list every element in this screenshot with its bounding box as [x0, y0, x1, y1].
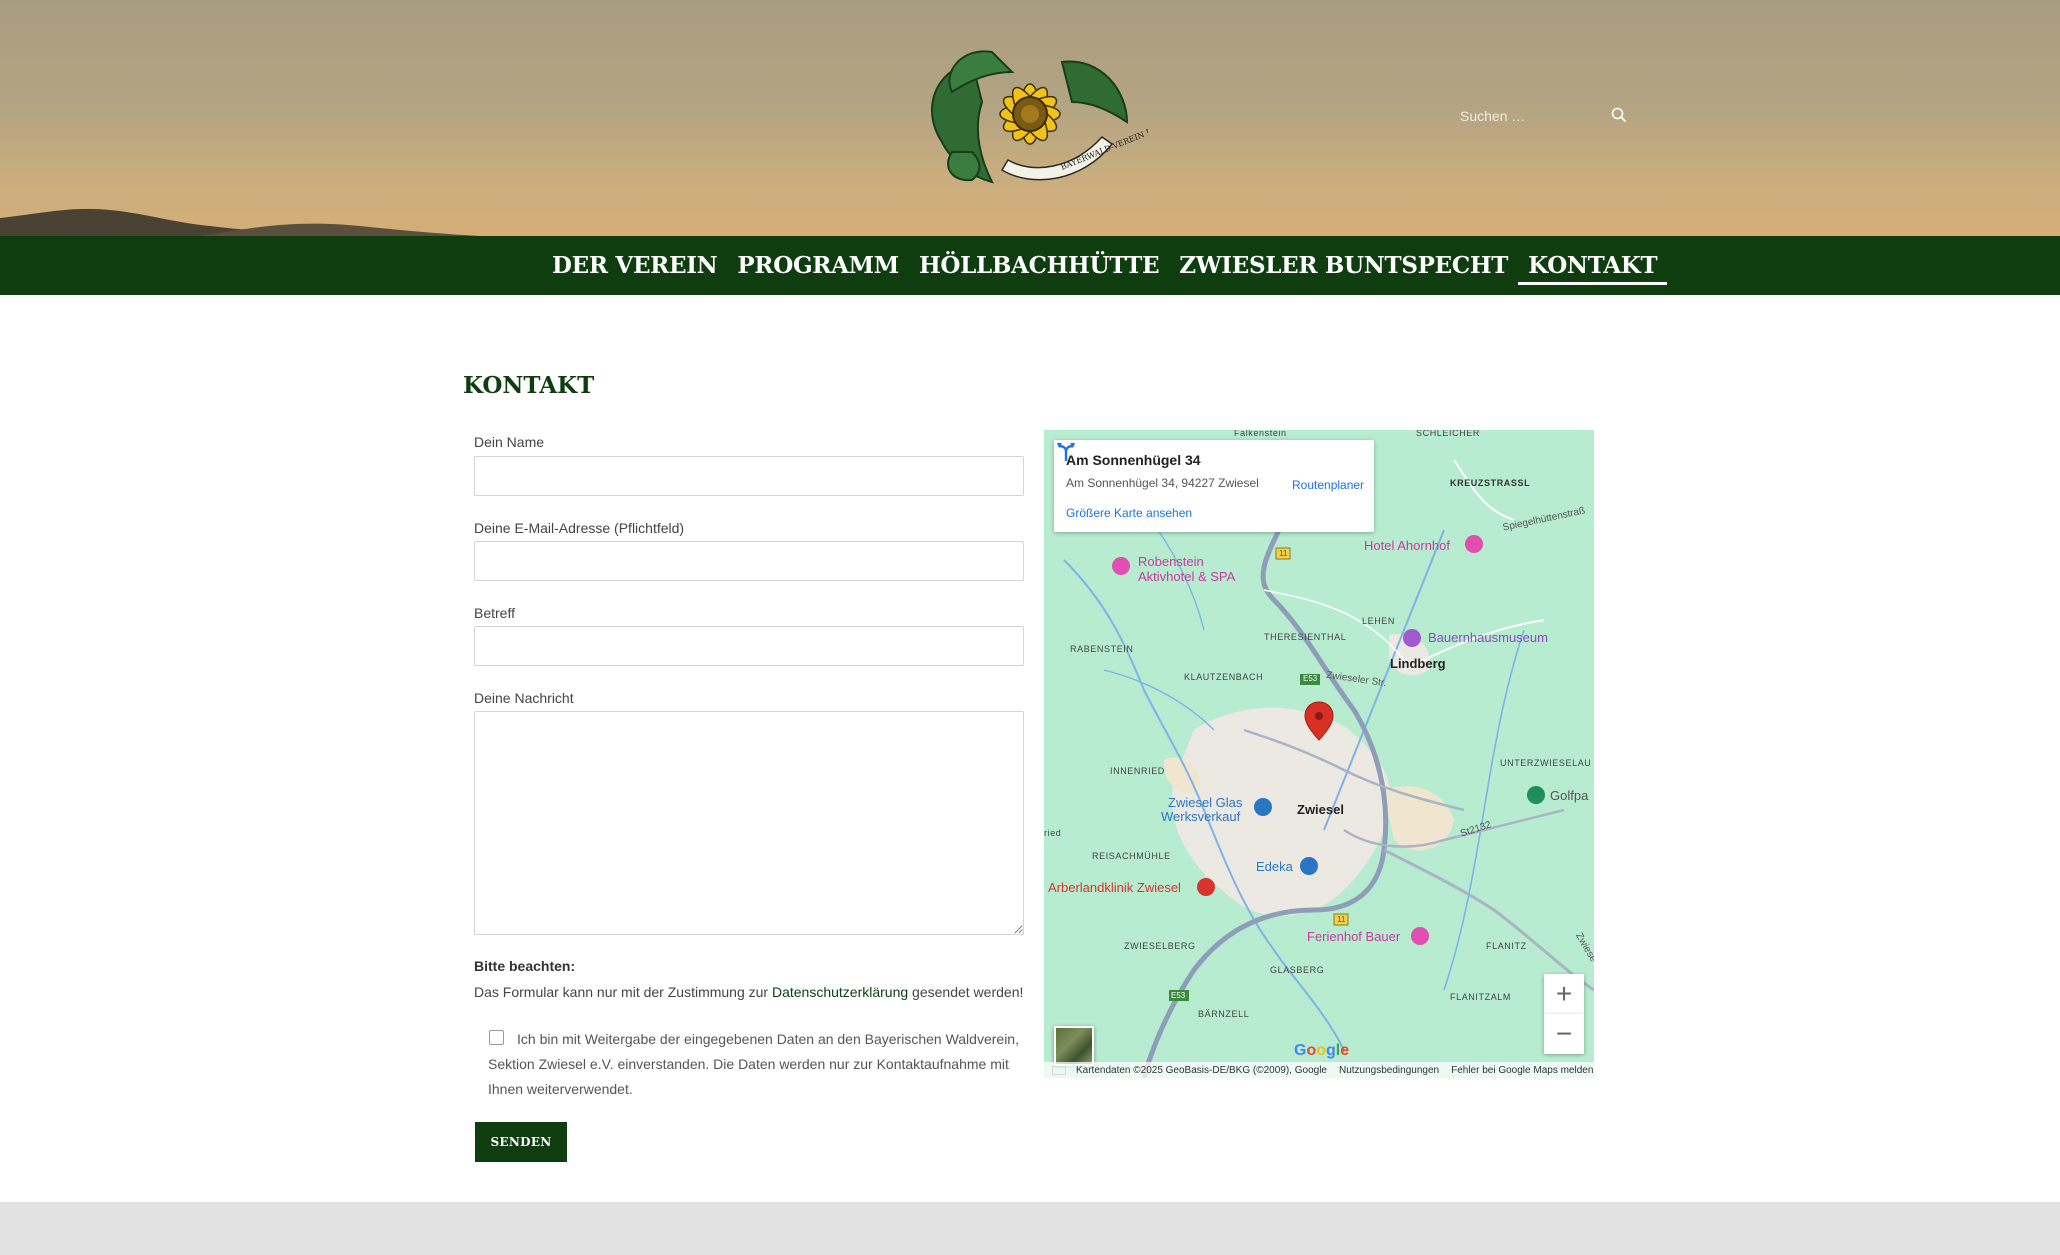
- verein-logo[interactable]: BAYERWALD-VEREIN E.V.: [912, 42, 1148, 192]
- footer: [0, 1202, 2060, 1255]
- map-label-edeka: Edeka: [1256, 859, 1293, 874]
- directions-icon[interactable]: [1054, 440, 1078, 462]
- map-data-credit: Kartendaten ©2025 GeoBasis-DE/BKG (©2009…: [1076, 1064, 1327, 1076]
- map-label-flanitzalm: FLANITZALM: [1450, 992, 1512, 1002]
- subject-field[interactable]: [474, 626, 1024, 666]
- subject-label: Betreff: [474, 605, 515, 621]
- map-label-zwieselberg: ZWIESELBERG: [1124, 941, 1196, 951]
- search-input[interactable]: [1460, 108, 1600, 124]
- satellite-layer-toggle[interactable]: [1054, 1026, 1094, 1066]
- map-terms-link[interactable]: Nutzungsbedingungen: [1339, 1065, 1439, 1076]
- consent-text: Ich bin mit Weitergabe der eingegebenen …: [488, 1031, 1019, 1097]
- map-report-link[interactable]: Fehler bei Google Maps melden: [1451, 1065, 1593, 1076]
- map-label-e53-south: E53: [1171, 991, 1186, 1000]
- map-label-b11-north: 11: [1279, 549, 1288, 558]
- message-field[interactable]: [474, 711, 1024, 935]
- nav-item-zwiesler-buntspecht[interactable]: ZWIESLER BUNTSPECHT: [1169, 236, 1518, 295]
- map-label-ried: ried: [1044, 828, 1062, 838]
- grocery-icon: [1300, 857, 1318, 875]
- map-label-kreuzstrassl: KREUZSTRASSL: [1450, 478, 1531, 488]
- page-title: KONTAKT: [463, 372, 595, 399]
- map-label-b11-south: 11: [1337, 915, 1346, 924]
- museum-icon: [1403, 629, 1421, 647]
- site-header: BAYERWALD-VEREIN E.V.: [0, 0, 2060, 236]
- hotel-icon: [1465, 535, 1483, 553]
- map-label-flanitz: FLANITZ: [1486, 941, 1527, 951]
- map-label-robenstein-spa: Aktivhotel & SPA: [1138, 569, 1236, 584]
- map-label-bauernhausmuseum: Bauernhausmuseum: [1428, 630, 1548, 645]
- map-label-arberlandklinik: Arberlandklinik Zwiesel: [1048, 880, 1181, 895]
- search-box[interactable]: [1460, 100, 1628, 132]
- email-label: Deine E-Mail-Adresse (Pflichtfeld): [474, 520, 685, 536]
- map-label-baernzell: BÄRNZELL: [1198, 1009, 1250, 1019]
- search-icon[interactable]: [1610, 106, 1628, 124]
- map-label-robenstein: Robenstein: [1138, 554, 1204, 569]
- nav-item-hoellbachhuette[interactable]: HÖLLBACHHÜTTE: [909, 236, 1169, 295]
- map-label-zwiesel-glas: Zwiesel Glas: [1168, 795, 1243, 810]
- nav-item-programm[interactable]: PROGRAMM: [727, 236, 909, 295]
- map-place-title: Am Sonnenhügel 34: [1066, 452, 1201, 468]
- hotel-icon: [1112, 557, 1130, 575]
- google-logo: Google: [1294, 1042, 1350, 1059]
- zoom-out-button[interactable]: −: [1544, 1014, 1584, 1054]
- map-label-ferienhof-bauer: Ferienhof Bauer: [1307, 929, 1401, 944]
- map-label-glasberg: GLASBERG: [1270, 965, 1325, 975]
- map-label-lindberg: Lindberg: [1390, 656, 1446, 671]
- hospital-icon: [1197, 878, 1215, 896]
- map-label-zwiesel: Zwiesel: [1297, 802, 1344, 817]
- map-label-klautzenbach: KLAUTZENBACH: [1184, 672, 1264, 682]
- note-title: Bitte beachten:: [474, 958, 576, 974]
- send-button[interactable]: SENDEN: [475, 1122, 567, 1162]
- map-label-falkenstein: Falkenstein: [1234, 430, 1287, 438]
- route-planner-link[interactable]: Routenplaner: [1292, 478, 1364, 492]
- main-navigation: DER VEREIN PROGRAMM HÖLLBACHHÜTTE ZWIESL…: [0, 236, 2060, 295]
- map-info-card: Am Sonnenhügel 34 Am Sonnenhügel 34, 942…: [1054, 440, 1374, 532]
- google-map[interactable]: Falkenstein SCHLEICHER KREUZSTRASSL Spie…: [1044, 430, 1594, 1078]
- map-label-lehen: LEHEN: [1362, 616, 1396, 626]
- name-label: Dein Name: [474, 434, 545, 450]
- message-label: Deine Nachricht: [474, 690, 574, 706]
- zoom-in-button[interactable]: +: [1544, 974, 1584, 1014]
- shopping-icon: [1254, 798, 1272, 816]
- larger-map-link[interactable]: Größere Karte ansehen: [1066, 506, 1192, 520]
- map-label-werksverkauf: Werksverkauf: [1161, 809, 1241, 824]
- note-text-before: Das Formular kann nur mit der Zustimmung…: [474, 984, 772, 1000]
- name-field[interactable]: [474, 456, 1024, 496]
- map-label-unterzwieselau: UNTERZWIESELAU: [1500, 758, 1592, 768]
- map-label-golfpa: Golfpa: [1550, 788, 1589, 803]
- nav-item-der-verein[interactable]: DER VEREIN: [542, 236, 727, 295]
- privacy-policy-link[interactable]: Datenschutzerklärung: [772, 984, 908, 1000]
- golf-icon: [1527, 786, 1545, 804]
- map-label-innenried: INNENRIED: [1110, 766, 1165, 776]
- email-field[interactable]: [474, 541, 1024, 581]
- note-text: Das Formular kann nur mit der Zustimmung…: [474, 984, 1023, 1000]
- hills-silhouette: [0, 208, 480, 236]
- map-attribution: Kartendaten ©2025 GeoBasis-DE/BKG (©2009…: [1044, 1062, 1594, 1078]
- map-label-theresienthal: THERESIENTHAL: [1264, 632, 1347, 642]
- map-label-rabenstein: RABENSTEIN: [1070, 644, 1134, 654]
- map-label-hotel-ahornhof: Hotel Ahornhof: [1364, 538, 1451, 553]
- svg-text:BAYERWALD-VEREIN E.V.: BAYERWALD-VEREIN E.V.: [1059, 123, 1148, 172]
- hotel-icon: [1411, 927, 1429, 945]
- map-place-address: Am Sonnenhügel 34, 94227 Zwiesel: [1066, 476, 1259, 490]
- nav-item-kontakt[interactable]: KONTAKT: [1518, 236, 1668, 295]
- map-label-schleicher: SCHLEICHER: [1416, 430, 1481, 438]
- note-text-after: gesendet werden!: [908, 984, 1024, 1000]
- map-label-reisachmuehle: REISACHMÜHLE: [1092, 851, 1171, 861]
- map-label-e53: E53: [1303, 674, 1318, 683]
